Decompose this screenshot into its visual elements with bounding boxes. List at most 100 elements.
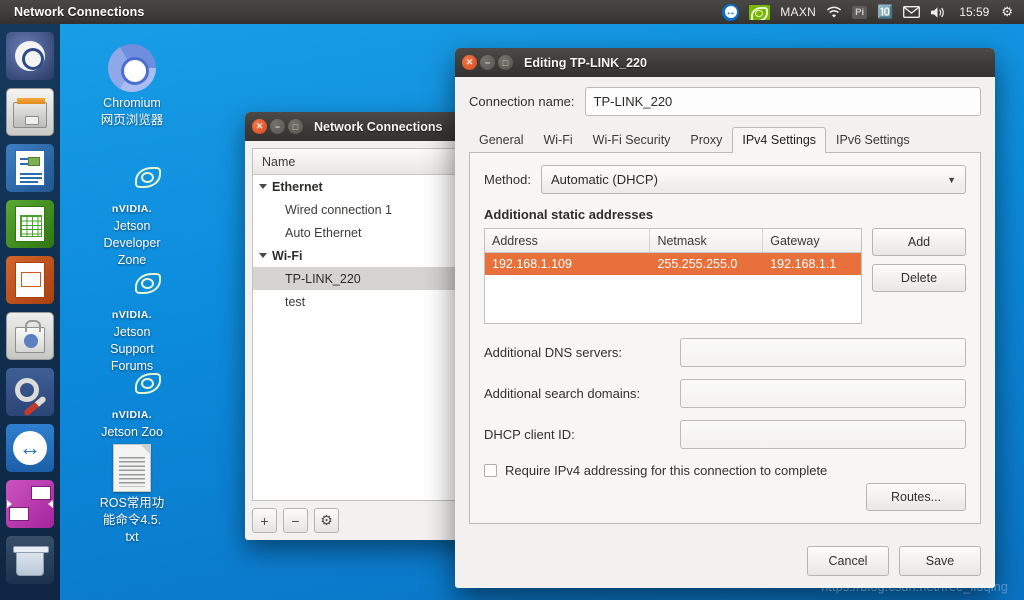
close-icon[interactable]: ✕ [252, 119, 267, 134]
tab-proxy[interactable]: Proxy [680, 127, 732, 153]
launcher-bar [0, 24, 60, 600]
dns-servers-label: Additional DNS servers: [484, 345, 622, 360]
cell-gateway: 192.168.1.1 [770, 257, 837, 271]
editing-connection-dialog: ✕ − □ Editing TP-LINK_220 Connection nam… [455, 48, 995, 588]
launcher-item-ubuntu-dash[interactable] [6, 32, 54, 80]
tab-wifi-security[interactable]: Wi-Fi Security [583, 127, 681, 153]
desktop-icon-jetson-developer-zone[interactable]: nVIDIA. Jetson Developer Zone [74, 146, 190, 269]
static-addresses-buttons: Add Delete [872, 228, 966, 324]
require-ipv4-label: Require IPv4 addressing for this connect… [505, 463, 828, 478]
cell-netmask: 255.255.255.0 [657, 257, 738, 271]
chevron-down-icon [259, 253, 267, 258]
tab-wifi[interactable]: Wi-Fi [533, 127, 582, 153]
static-addresses-table[interactable]: Address Netmask Gateway 192.168.1.109 25… [484, 228, 862, 324]
launcher-item-libreoffice-writer[interactable] [6, 144, 54, 192]
desktop-icon-label: txt [125, 530, 139, 544]
system-tray: MAXN Pi 🔟 15:59 ⚙ [717, 0, 1024, 24]
remove-connection-button[interactable]: − [283, 508, 308, 533]
search-domains-row: Additional search domains: [484, 379, 966, 408]
dns-servers-input[interactable] [680, 338, 966, 367]
desktop-icon-ros-commands-txt[interactable]: ROS常用功 能命令4.5. txt [74, 440, 190, 546]
delete-address-button[interactable]: Delete [872, 264, 966, 292]
search-domains-input[interactable] [680, 379, 966, 408]
gear-power-icon[interactable]: ⚙ [1001, 5, 1013, 19]
power-mode-indicator[interactable]: MAXN [780, 5, 816, 19]
launcher-item-teamviewer[interactable] [6, 424, 54, 472]
column-header-netmask[interactable]: Netmask [650, 229, 764, 252]
pi-indicator[interactable]: Pi [852, 5, 868, 19]
tab-ipv6-settings[interactable]: IPv6 Settings [826, 127, 920, 153]
bluetooth-icon[interactable]: 🔟 [877, 5, 893, 19]
group-label: Ethernet [272, 179, 323, 194]
cancel-button[interactable]: Cancel [807, 546, 889, 576]
tab-ipv4-settings[interactable]: IPv4 Settings [732, 127, 827, 153]
launcher-item-ubuntu-software[interactable] [6, 312, 54, 360]
settings-tabs: General Wi-Fi Wi-Fi Security Proxy IPv4 … [469, 126, 981, 153]
method-select[interactable]: Automatic (DHCP) ▼ [540, 165, 966, 194]
launcher-item-trash[interactable] [6, 536, 54, 584]
chevron-down-icon [259, 184, 267, 189]
column-header-address[interactable]: Address [485, 229, 651, 252]
nvidia-wordmark: nVIDIA. [111, 409, 153, 421]
cell-address: 192.168.1.109 [492, 257, 572, 271]
nvidia-wordmark: nVIDIA. [111, 203, 153, 215]
minimize-icon[interactable]: − [270, 119, 285, 134]
launcher-item-libreoffice-impress[interactable] [6, 256, 54, 304]
chromium-icon [74, 40, 190, 92]
launcher-item-remote-desktop[interactable] [6, 480, 54, 528]
static-addresses-area: Address Netmask Gateway 192.168.1.109 25… [484, 228, 966, 324]
column-header-gateway[interactable]: Gateway [763, 229, 861, 252]
launcher-item-system-settings[interactable] [6, 368, 54, 416]
desktop-icon-chromium[interactable]: Chromium 网页浏览器 [74, 40, 190, 129]
nvidia-icon[interactable] [749, 4, 771, 20]
window-title: Network Connections [314, 119, 443, 134]
require-ipv4-checkbox[interactable] [484, 464, 497, 477]
dns-servers-row: Additional DNS servers: [484, 338, 966, 367]
volume-icon[interactable] [930, 6, 947, 19]
wifi-icon[interactable] [826, 6, 842, 19]
routes-button[interactable]: Routes... [866, 483, 966, 511]
top-panel: Network Connections MAXN Pi 🔟 [0, 0, 1024, 24]
method-selected-value: Automatic (DHCP) [550, 172, 658, 187]
connection-name-row: Connection name: TP-LINK_220 [469, 87, 981, 116]
save-button[interactable]: Save [899, 546, 981, 576]
clock[interactable]: 15:59 [959, 5, 989, 19]
dhcp-client-id-input[interactable] [680, 420, 966, 449]
minimize-icon[interactable]: − [480, 55, 495, 70]
add-address-button[interactable]: Add [872, 228, 966, 256]
maximize-icon[interactable]: □ [288, 119, 303, 134]
routes-row: Routes... [484, 483, 966, 511]
nvidia-icon [74, 252, 190, 304]
desktop-icon-label: Jetson Zoo [101, 425, 163, 439]
tab-general[interactable]: General [469, 127, 533, 153]
nvidia-icon [74, 352, 190, 404]
launcher-item-files[interactable] [6, 88, 54, 136]
static-addresses-title: Additional static addresses [484, 207, 654, 222]
connection-name-label: Connection name: [469, 94, 575, 109]
mail-icon[interactable] [903, 6, 921, 18]
launcher-item-libreoffice-calc[interactable] [6, 200, 54, 248]
desktop-icon-label: Chromium [103, 96, 161, 110]
connection-name-input[interactable]: TP-LINK_220 [584, 87, 981, 116]
teamviewer-icon[interactable] [722, 3, 740, 21]
watermark: https://blog.csdn.net/free_liuqing [821, 580, 1008, 594]
table-header-row: Address Netmask Gateway [485, 229, 861, 253]
desktop-icon-label: Jetson [113, 219, 151, 233]
nvidia-wordmark: nVIDIA. [111, 309, 153, 321]
desktop-icon-label: ROS常用功 [99, 496, 165, 510]
require-ipv4-row[interactable]: Require IPv4 addressing for this connect… [484, 463, 966, 478]
editing-dialog-body: Connection name: TP-LINK_220 General Wi-… [455, 77, 995, 536]
close-icon[interactable]: ✕ [462, 55, 477, 70]
maximize-icon[interactable]: □ [498, 55, 513, 70]
text-file-icon [74, 440, 190, 492]
group-label: Wi-Fi [272, 248, 303, 263]
add-connection-button[interactable]: + [252, 508, 277, 533]
editing-dialog-titlebar[interactable]: ✕ − □ Editing TP-LINK_220 [455, 48, 995, 77]
desktop-icon-jetson-zoo[interactable]: nVIDIA. Jetson Zoo [74, 352, 190, 441]
desktop-icon-label: 网页浏览器 [100, 113, 164, 127]
method-row: Method: Automatic (DHCP) ▼ [484, 165, 966, 194]
edit-connection-button[interactable]: ⚙ [314, 508, 339, 533]
table-row[interactable]: 192.168.1.109 255.255.255.0 192.168.1.1 [485, 253, 861, 275]
desktop-icon-label: Jetson [113, 325, 151, 339]
page-title: Network Connections [14, 5, 145, 19]
